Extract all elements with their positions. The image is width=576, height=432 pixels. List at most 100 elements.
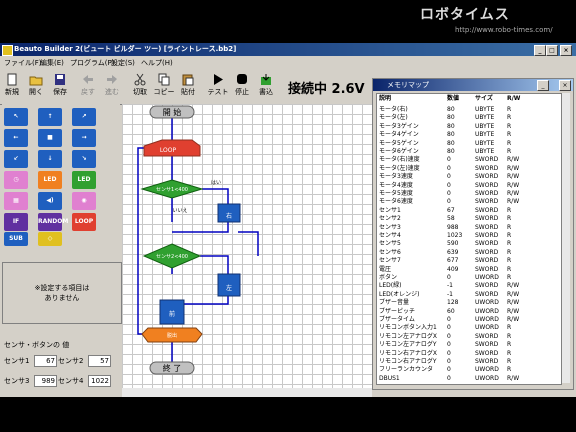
menu-edit[interactable]: 編集(E): [40, 58, 64, 68]
stop-icon: [237, 74, 247, 84]
memory-map-row: LED(オレンジ) -1 SWORD R/W: [377, 291, 561, 299]
memory-map-cell: 0: [447, 198, 451, 206]
save-button[interactable]: 保存: [48, 72, 72, 102]
memory-map-row: モータ5ゲイン 80 UBYTE R: [377, 140, 561, 148]
memory-map-cell: R: [507, 358, 512, 365]
led-orange-block[interactable]: LED: [38, 171, 62, 189]
memory-map-row: モータ6ゲイン 80 UBYTE R: [377, 148, 561, 156]
memory-map-cell: センサ7: [379, 257, 401, 265]
connection-status: 接続中 2.6V: [288, 82, 365, 97]
buzzer-block[interactable]: ◀): [38, 192, 62, 210]
motor-left-label: 左: [226, 284, 232, 292]
stop-motor-block[interactable]: ■: [38, 129, 62, 147]
memory-map-cell: R: [507, 366, 512, 374]
redo-button[interactable]: 進む: [100, 72, 124, 102]
paste-button[interactable]: 貼付: [176, 72, 200, 102]
new-button[interactable]: 新規: [0, 72, 24, 102]
memory-map-minimize-button[interactable]: _: [537, 80, 549, 91]
random-block[interactable]: RANDOM: [38, 213, 68, 231]
spin-right-block[interactable]: →: [72, 129, 96, 147]
memory-map-cell: 0: [447, 164, 451, 172]
memory-map-row: ボタン 0 UWORD R: [377, 274, 561, 282]
open-button[interactable]: 開く: [24, 72, 48, 102]
memory-map-cell: フリーランカウンタ: [379, 366, 434, 374]
memory-map-row: モータ(左)速度 0 SWORD R/W: [377, 165, 561, 173]
memory-map-row: モータ3速度 0 SWORD R/W: [377, 173, 561, 181]
menu-help[interactable]: ヘルプ(H): [141, 58, 173, 68]
app-icon: [2, 45, 13, 56]
memory-map-cell: 0: [447, 316, 451, 323]
memory-map-window: メモリマップ _ × 説明 数値 サイズ R/W モータ(右) 80 UBYTE R モータ(左…: [372, 78, 574, 390]
new-file-icon: [7, 73, 17, 86]
cut-button[interactable]: 切取: [128, 72, 152, 102]
menu-program[interactable]: プログラム(P): [70, 58, 114, 68]
led-green-block[interactable]: LED: [72, 171, 96, 189]
memory-map-cell: UWORD: [475, 374, 499, 382]
memory-map-cell: R/W: [507, 173, 520, 181]
memory-map-cell: モータ4ゲイン: [379, 131, 419, 139]
memory-map-row: ブザータイム 0 UWORD R/W: [377, 316, 561, 324]
memory-map-row: モータ5速度 0 SWORD R/W: [377, 190, 561, 198]
timer-block[interactable]: ◷: [4, 171, 28, 189]
turn-right-back-block[interactable]: ↘: [72, 150, 96, 168]
memory-map-row: DBUS1 0 UWORD R/W: [377, 375, 561, 383]
minimize-button[interactable]: _: [534, 45, 546, 56]
memory-map-cell: 電圧: [379, 265, 392, 273]
redo-label: 進む: [105, 88, 119, 96]
turn-right-forward-block[interactable]: ↗: [72, 108, 96, 126]
memory-map-cell: センサ6: [379, 248, 401, 256]
memory-map-cell: R: [507, 131, 512, 139]
menu-settings[interactable]: 設定(S): [111, 58, 135, 68]
menu-file[interactable]: ファイル(F): [4, 58, 42, 68]
forward-block[interactable]: ↑: [38, 108, 62, 126]
if2-label: センサ2<400: [156, 254, 188, 260]
turn-left-forward-block[interactable]: ↖: [4, 108, 28, 126]
test-button[interactable]: テスト: [206, 72, 230, 102]
counter-block[interactable]: ▦: [4, 192, 28, 210]
canvas-horizontal-scrollbar[interactable]: [122, 388, 372, 397]
memory-map-cell: SWORD: [475, 248, 499, 256]
comment-block[interactable]: ◇: [38, 232, 62, 246]
memory-map-cell: DBUS1: [379, 374, 400, 382]
copy-button[interactable]: コピー: [152, 72, 176, 102]
write-button[interactable]: 書込: [254, 72, 278, 102]
memory-map-cell: R: [507, 265, 512, 273]
flowchart-canvas[interactable]: 開 始 LOOP センサ1<400 はい いいえ 右 センサ2<400 左 前 …: [122, 104, 372, 388]
undo-button[interactable]: 戻す: [76, 72, 100, 102]
memory-map-scrollbar[interactable]: [562, 93, 570, 383]
memory-map-row: フリーランカウンタ 0 UWORD R: [377, 366, 561, 374]
memory-map-cell: 0: [447, 190, 451, 197]
flow-line-loop-return: [238, 231, 259, 256]
menu-bar: ファイル(F) 編集(E) プログラム(P) 設定(S) ヘルプ(H): [0, 57, 360, 69]
sub-block[interactable]: SUB: [4, 232, 28, 246]
memory-map-cell: 58: [447, 215, 455, 223]
memory-map-row: リモコン左アナログX 0 SWORD R: [377, 333, 561, 341]
loop-end-label: 脱出: [167, 332, 177, 339]
stop-button[interactable]: 停止: [230, 72, 254, 102]
open-folder-icon: [29, 76, 43, 86]
memory-map-cell: UWORD: [475, 307, 499, 315]
memory-map-cell: R: [507, 206, 512, 214]
close-button[interactable]: ×: [560, 45, 572, 56]
stop-label: 停止: [235, 88, 249, 96]
memory-map-cell: SWORD: [475, 173, 499, 181]
loop-block[interactable]: LOOP: [72, 213, 96, 231]
memory-map-cell: R/W: [507, 316, 520, 323]
back-block[interactable]: ↓: [38, 150, 62, 168]
memory-map-cell: R/W: [507, 299, 520, 307]
memory-map-cell: R/W: [507, 374, 520, 382]
sensor1-value: 67: [34, 355, 57, 367]
memory-map-cell: UBYTE: [475, 139, 495, 147]
flow-line-yes1: [202, 188, 229, 204]
memory-map-cell: モータ4速度: [379, 181, 413, 189]
maximize-button[interactable]: □: [546, 45, 558, 56]
memory-map-row: センサ6 639 SWORD R: [377, 249, 561, 257]
spin-left-block[interactable]: ←: [4, 129, 28, 147]
memory-map-cell: ブザーピッチ: [379, 307, 416, 315]
if-block[interactable]: IF: [4, 213, 28, 231]
turn-left-back-block[interactable]: ↙: [4, 150, 28, 168]
memory-map-close-button[interactable]: ×: [559, 80, 571, 91]
remote-block[interactable]: ◉: [72, 192, 96, 210]
memory-map-cell: -1: [447, 282, 453, 290]
memory-map-cell: SWORD: [475, 164, 499, 172]
